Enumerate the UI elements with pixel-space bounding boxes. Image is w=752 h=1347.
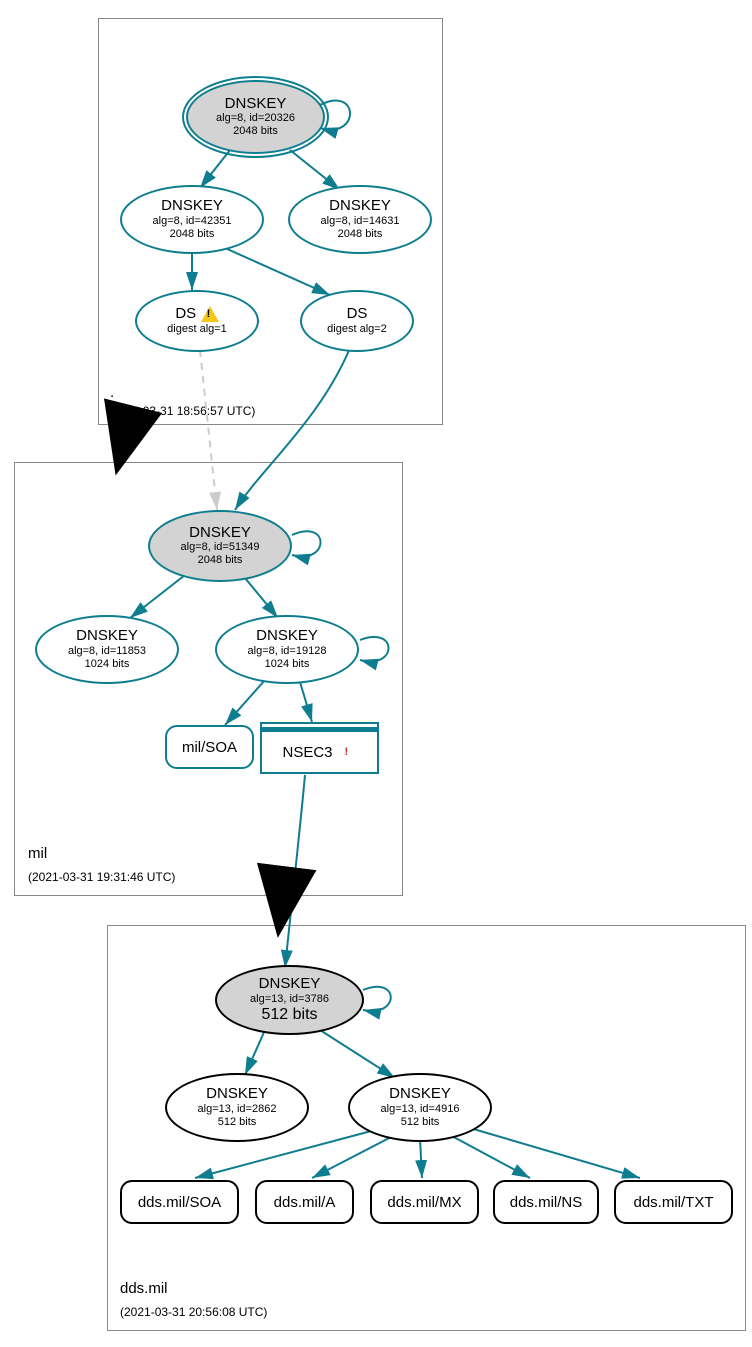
- mil-zsk1: DNSKEY alg=8, id=11853 1024 bits: [35, 615, 179, 684]
- sub: alg=13, id=2862: [198, 1103, 277, 1116]
- zone-root-label: .: [110, 384, 114, 401]
- label: DNSKEY: [256, 628, 318, 645]
- label: DNSKEY: [76, 628, 138, 645]
- dds-a: dds.mil/A: [255, 1180, 354, 1224]
- sub: 1024 bits: [85, 658, 130, 671]
- dds-mx: dds.mil/MX: [370, 1180, 479, 1224]
- label: dds.mil/MX: [387, 1194, 461, 1211]
- label: mil/SOA: [182, 739, 237, 756]
- zone-mil-ts: (2021-03-31 19:31:46 UTC): [28, 870, 175, 884]
- zone-dds-label: dds.mil: [120, 1280, 168, 1297]
- mil-soa: mil/SOA: [165, 725, 254, 769]
- sub: digest alg=2: [327, 323, 387, 336]
- nsec3: NSEC3 !: [260, 722, 379, 774]
- sub: alg=8, id=51349: [181, 541, 260, 554]
- root-ksk: DNSKEY alg=8, id=20326 2048 bits: [186, 80, 325, 154]
- label: DNSKEY: [206, 1086, 268, 1103]
- error-icon: !: [339, 744, 357, 760]
- sub: alg=8, id=42351: [153, 215, 232, 228]
- sub: 2048 bits: [338, 228, 383, 241]
- dds-soa: dds.mil/SOA: [120, 1180, 239, 1224]
- root-zsk2: DNSKEY alg=8, id=14631 2048 bits: [288, 185, 432, 254]
- warning-icon: !: [201, 306, 219, 322]
- sub: 2048 bits: [170, 228, 215, 241]
- dds-ns: dds.mil/NS: [493, 1180, 599, 1224]
- label: dds.mil/NS: [510, 1194, 583, 1211]
- sub: alg=8, id=20326: [216, 112, 295, 125]
- label: NSEC3: [282, 744, 332, 761]
- sub: 2048 bits: [233, 125, 278, 138]
- root-zsk1: DNSKEY alg=8, id=42351 2048 bits: [120, 185, 264, 254]
- label: DNSKEY: [189, 525, 251, 542]
- zone-dds-ts: (2021-03-31 20:56:08 UTC): [120, 1305, 267, 1319]
- sub: alg=13, id=3786: [250, 993, 329, 1006]
- label: dds.mil/A: [274, 1194, 336, 1211]
- sub: 1024 bits: [265, 658, 310, 671]
- sub: 512 bits: [218, 1116, 257, 1129]
- dds-zsk2: DNSKEY alg=13, id=4916 512 bits: [348, 1073, 492, 1142]
- label: DS: [175, 305, 196, 322]
- label: DNSKEY: [161, 198, 223, 215]
- label: dds.mil/TXT: [633, 1194, 713, 1211]
- sub: alg=8, id=14631: [321, 215, 400, 228]
- sub: 2048 bits: [198, 554, 243, 567]
- zone-root-ts: (2021-03-31 18:56:57 UTC): [108, 404, 255, 418]
- label: DNSKEY: [329, 198, 391, 215]
- dds-txt: dds.mil/TXT: [614, 1180, 733, 1224]
- label: dds.mil/SOA: [138, 1194, 221, 1211]
- ds2: DS digest alg=2: [300, 290, 414, 352]
- label: DNSKEY: [225, 96, 287, 113]
- ds1: DS ! digest alg=1: [135, 290, 259, 352]
- sub: alg=13, id=4916: [381, 1103, 460, 1116]
- label: DS: [347, 306, 368, 323]
- dds-zsk1: DNSKEY alg=13, id=2862 512 bits: [165, 1073, 309, 1142]
- mil-ksk: DNSKEY alg=8, id=51349 2048 bits: [148, 510, 292, 582]
- sub: alg=8, id=19128: [248, 645, 327, 658]
- sub: alg=8, id=11853: [68, 645, 146, 658]
- sub: digest alg=1: [167, 323, 227, 336]
- label: DNSKEY: [259, 976, 321, 993]
- label: DNSKEY: [389, 1086, 451, 1103]
- sub: 512 bits: [401, 1116, 440, 1129]
- zone-mil-label: mil: [28, 845, 47, 862]
- dds-ksk: DNSKEY alg=13, id=3786 512 bits: [215, 965, 364, 1035]
- mil-zsk2: DNSKEY alg=8, id=19128 1024 bits: [215, 615, 359, 684]
